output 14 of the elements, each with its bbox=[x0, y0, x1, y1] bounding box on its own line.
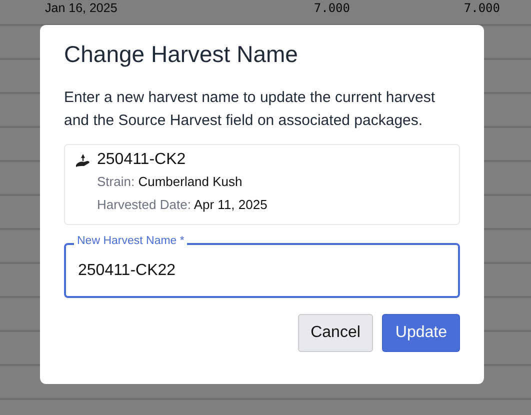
date-cell-text: Jan 16, 2025 bbox=[44, 1, 118, 15]
dialog-description: Enter a new harvest name to update the current harvest and the Source Harvest field on associated packages. bbox=[64, 88, 436, 131]
table-cell-text: 7.000 bbox=[312, 1, 350, 15]
harvest-name: 250411-CK2 bbox=[97, 151, 186, 169]
field-label: New Harvest Name * bbox=[74, 235, 188, 247]
detail-label: Harvested Date: bbox=[97, 197, 191, 212]
harvest-name-field[interactable]: 250411-CK22 bbox=[64, 243, 460, 298]
dialog-title: Change Harvest Name bbox=[64, 41, 299, 68]
detail-label: Strain: bbox=[97, 174, 135, 189]
table-cell-text: 7.000 bbox=[462, 1, 500, 15]
detail-value: Cumberland Kush bbox=[138, 174, 242, 189]
detail-value: Apr 11, 2025 bbox=[194, 197, 268, 212]
update-button[interactable]: Update bbox=[382, 314, 460, 352]
cancel-button[interactable]: Cancel bbox=[298, 314, 374, 352]
